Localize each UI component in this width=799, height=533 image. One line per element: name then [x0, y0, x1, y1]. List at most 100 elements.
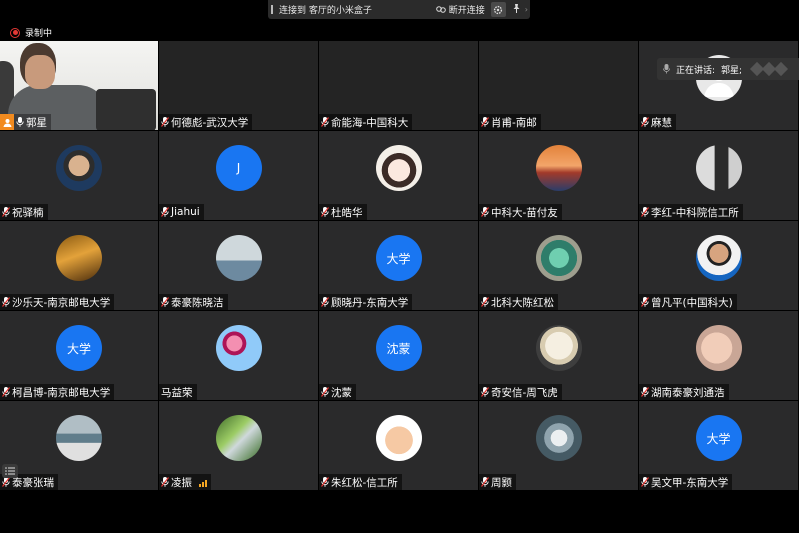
avatar-green-orb-icon: [535, 235, 582, 282]
microphone-muted-icon: [481, 387, 489, 397]
participant-tile[interactable]: 奇安信-周飞虎: [479, 311, 639, 401]
participant-tile[interactable]: 泰豪张瑞: [0, 401, 159, 491]
participant-name-bar: 俞能海-中国科大: [319, 114, 413, 130]
speaking-indicator: 正在讲话: 郭星;: [657, 58, 799, 80]
participant-name: 泰豪陈晓洁: [171, 296, 224, 309]
pin-icon[interactable]: [512, 3, 521, 16]
participant-tile[interactable]: 祝驿楠: [0, 131, 159, 221]
avatar-cartoon-girl-icon: [375, 145, 422, 192]
microphone-muted-icon: [161, 477, 169, 487]
participant-name: 麻慧: [651, 116, 672, 129]
avatar-woman-outdoor-icon: [215, 235, 262, 282]
participant-name-bar: 周颢: [479, 474, 516, 490]
avatar-river-valley-icon: [215, 415, 262, 462]
microphone-muted-icon: [2, 207, 10, 217]
signal-strength-icon: [199, 478, 207, 487]
microphone-muted-icon: [2, 297, 10, 307]
disconnect-button[interactable]: 断开连接: [435, 3, 485, 16]
participant-tile[interactable]: 马益荣: [159, 311, 319, 401]
participant-name-bar: 奇安信-周飞虎: [479, 384, 562, 400]
participant-name: 中科大-苗付友: [491, 206, 558, 219]
microphone-muted-icon: [641, 387, 649, 397]
participant-tile[interactable]: 沙乐天-南京邮电大学: [0, 221, 159, 311]
participant-tile[interactable]: 周颢: [479, 401, 639, 491]
avatar-tintin-icon: [375, 415, 422, 462]
connection-bar: 连接到 客厅的小米盒子 断开连接 ›: [268, 0, 530, 19]
participant-tile[interactable]: J Jiahui: [159, 131, 319, 221]
microphone-muted-icon: [321, 477, 329, 487]
participant-tile[interactable]: 曾凡平(中国科大): [639, 221, 799, 311]
microphone-muted-icon: [321, 117, 329, 127]
drag-handle-icon[interactable]: [271, 5, 273, 14]
participant-tile[interactable]: 何德彪-武汉大学: [159, 41, 319, 131]
microphone-muted-icon: [641, 297, 649, 307]
participant-tile[interactable]: 李红-中科院信工所: [639, 131, 799, 221]
participant-tile[interactable]: 杜皓华: [319, 131, 479, 221]
microphone-muted-icon: [641, 117, 649, 127]
participant-list-button[interactable]: [2, 464, 18, 478]
participant-name-bar: 凌振: [159, 474, 211, 490]
participant-tile[interactable]: 郭星: [0, 41, 159, 131]
participant-name-bar: 中科大-苗付友: [479, 204, 562, 220]
participant-tile[interactable]: 麻慧: [639, 41, 799, 131]
participant-tile[interactable]: 泰豪陈晓洁: [159, 221, 319, 311]
participant-name: 柯昌博-南京邮电大学: [12, 386, 111, 399]
microphone-muted-icon: [321, 207, 329, 217]
avatar-crystal-icon: [535, 415, 582, 462]
participant-name: 祝驿楠: [12, 206, 44, 219]
disconnect-icon: [435, 6, 446, 13]
avatar-initials: 沈蒙: [375, 325, 422, 372]
participant-name: 吴文甲-东南大学: [651, 476, 729, 489]
participant-name: 何德彪-武汉大学: [171, 116, 249, 129]
participant-tile[interactable]: 凌振: [159, 401, 319, 491]
participant-name-bar: 祝驿楠: [0, 204, 48, 220]
microphone-muted-icon: [2, 387, 10, 397]
participant-name: 郭星: [26, 116, 47, 129]
participant-tile[interactable]: 肖甫-南邮: [479, 41, 639, 131]
chevron-right-icon[interactable]: ›: [525, 5, 528, 14]
video-sofa: [96, 89, 156, 130]
participant-name-bar: 沈蒙: [319, 384, 356, 400]
participant-name-bar: 北科大陈红松: [479, 294, 558, 310]
microphone-muted-icon: [641, 207, 649, 217]
participant-tile[interactable]: 沈蒙 沈蒙: [319, 311, 479, 401]
avatar-suited-man-icon: [695, 145, 742, 192]
recording-indicator: 录制中: [10, 26, 52, 39]
participant-tile[interactable]: 中科大-苗付友: [479, 131, 639, 221]
avatar-initials: 大学: [375, 235, 422, 282]
settings-button[interactable]: [490, 2, 506, 17]
participant-tile[interactable]: 朱红松-信工所: [319, 401, 479, 491]
participant-tile[interactable]: 俞能海-中国科大: [319, 41, 479, 131]
avatar-man-portrait-icon: [695, 235, 742, 282]
participant-name: 奇安信-周飞虎: [491, 386, 558, 399]
participant-name: 杜皓华: [331, 206, 363, 219]
avatar-pink-flowers-icon: [215, 325, 262, 372]
participant-name-bar: 柯昌博-南京邮电大学: [0, 384, 115, 400]
video-person-face: [25, 55, 55, 89]
avatar-young-man-icon: [56, 145, 102, 192]
participant-name-bar: 麻慧: [639, 114, 676, 130]
microphone-muted-icon: [321, 297, 329, 307]
participant-grid: 郭星 何德彪-武汉大学 俞能海-中国科大 肖甫-南邮 麻慧祝驿楠 J Jiahui 杜皓华 中科…: [0, 41, 799, 491]
participant-name: 北科大陈红松: [491, 296, 554, 309]
avatar-initials: J: [215, 145, 262, 192]
avatar-golden-scene-icon: [56, 235, 102, 282]
speaking-name: 郭星;: [721, 65, 743, 76]
participant-name-bar: 湖南泰豪刘通浩: [639, 384, 729, 400]
participant-tile[interactable]: 大学顾晓丹-东南大学: [319, 221, 479, 311]
record-icon: [10, 27, 20, 38]
participant-tile[interactable]: 北科大陈红松: [479, 221, 639, 311]
participant-tile[interactable]: 大学 柯昌博-南京邮电大学: [0, 311, 159, 401]
participant-name: 马益荣: [161, 386, 193, 399]
microphone-muted-icon: [321, 387, 329, 397]
participant-name-bar: 朱红松-信工所: [319, 474, 402, 490]
participant-name-bar: 郭星: [0, 114, 51, 130]
participant-name: 顾晓丹-东南大学: [331, 296, 409, 309]
participant-name-bar: 何德彪-武汉大学: [159, 114, 253, 130]
microphone-muted-icon: [161, 117, 169, 127]
participant-tile[interactable]: 湖南泰豪刘通浩: [639, 311, 799, 401]
participant-name-bar: 沙乐天-南京邮电大学: [0, 294, 115, 310]
speaker-avatars-icon: [750, 61, 789, 77]
participant-name-bar: 泰豪陈晓洁: [159, 294, 228, 310]
participant-tile[interactable]: 大学 吴文甲-东南大学: [639, 401, 799, 491]
